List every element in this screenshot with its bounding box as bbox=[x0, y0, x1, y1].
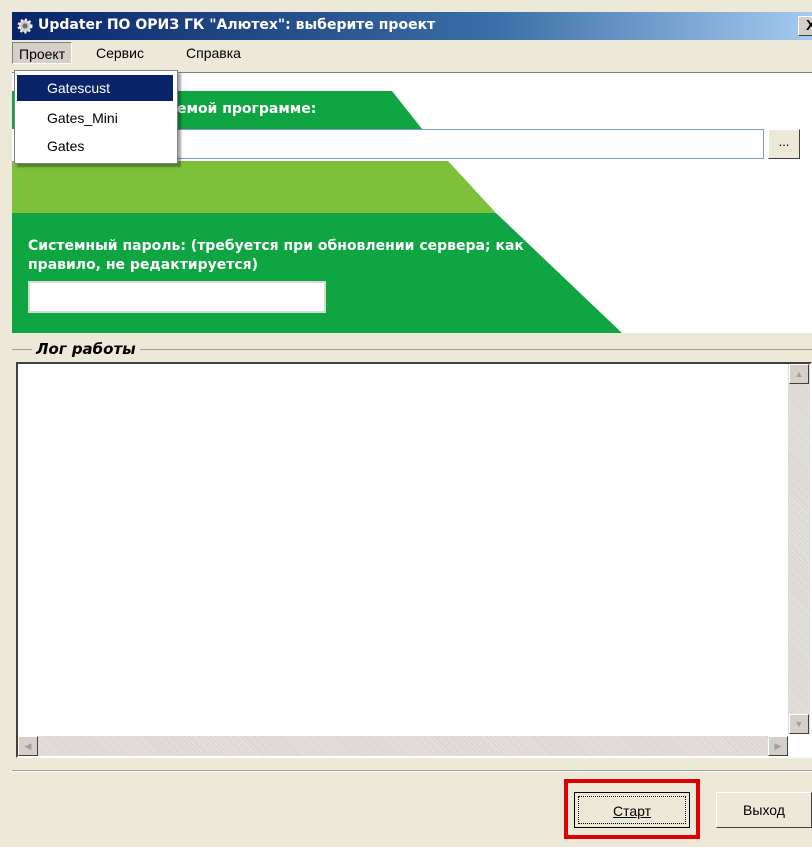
project-dropdown: Gatescust Gates_Mini Gates bbox=[14, 70, 178, 164]
dropdown-item-gates-mini[interactable]: Gates_Mini bbox=[17, 105, 173, 131]
start-button[interactable]: Старт bbox=[574, 792, 690, 828]
dropdown-item-gates[interactable]: Gates bbox=[17, 133, 173, 159]
scroll-up-icon[interactable]: ▲ bbox=[789, 364, 809, 384]
close-button[interactable]: X bbox=[798, 16, 812, 36]
vertical-scrollbar[interactable]: ▲ ▼ bbox=[788, 364, 810, 734]
horizontal-scrollbar[interactable]: ◀ ▶ bbox=[18, 736, 788, 756]
window-title: Updater ПО ОРИЗ ГК "Алютех": выберите пр… bbox=[38, 17, 436, 33]
updater-window: Updater ПО ОРИЗ ГК "Алютех": выберите пр… bbox=[0, 0, 812, 847]
menu-bar: Проект Сервис Справка bbox=[12, 42, 812, 66]
gear-icon bbox=[17, 18, 33, 34]
exit-button[interactable]: Выход bbox=[716, 792, 812, 828]
bottom-separator-highlight bbox=[12, 771, 812, 772]
menu-project[interactable]: Проект bbox=[12, 42, 73, 64]
path-label: емой программе: bbox=[177, 101, 317, 117]
dropdown-item-gatescust[interactable]: Gatescust bbox=[17, 75, 173, 101]
log-textarea[interactable]: ▲ ▼ ◀ ▶ bbox=[16, 362, 812, 758]
log-title: Лог работы bbox=[32, 340, 140, 358]
log-group: Лог работы ▲ ▼ ◀ ▶ bbox=[12, 340, 812, 764]
scroll-right-icon[interactable]: ▶ bbox=[768, 736, 788, 756]
scroll-down-icon[interactable]: ▼ bbox=[789, 714, 809, 734]
title-bar: Updater ПО ОРИЗ ГК "Алютех": выберите пр… bbox=[12, 12, 812, 40]
menu-help[interactable]: Справка bbox=[180, 42, 247, 64]
password-input[interactable] bbox=[28, 281, 326, 313]
password-label: Системный пароль: (требуется при обновле… bbox=[28, 238, 524, 273]
scroll-left-icon[interactable]: ◀ bbox=[18, 736, 38, 756]
browse-button[interactable]: ... bbox=[768, 129, 800, 159]
start-button-label: Старт bbox=[578, 796, 686, 824]
menu-service[interactable]: Сервис bbox=[90, 42, 150, 64]
